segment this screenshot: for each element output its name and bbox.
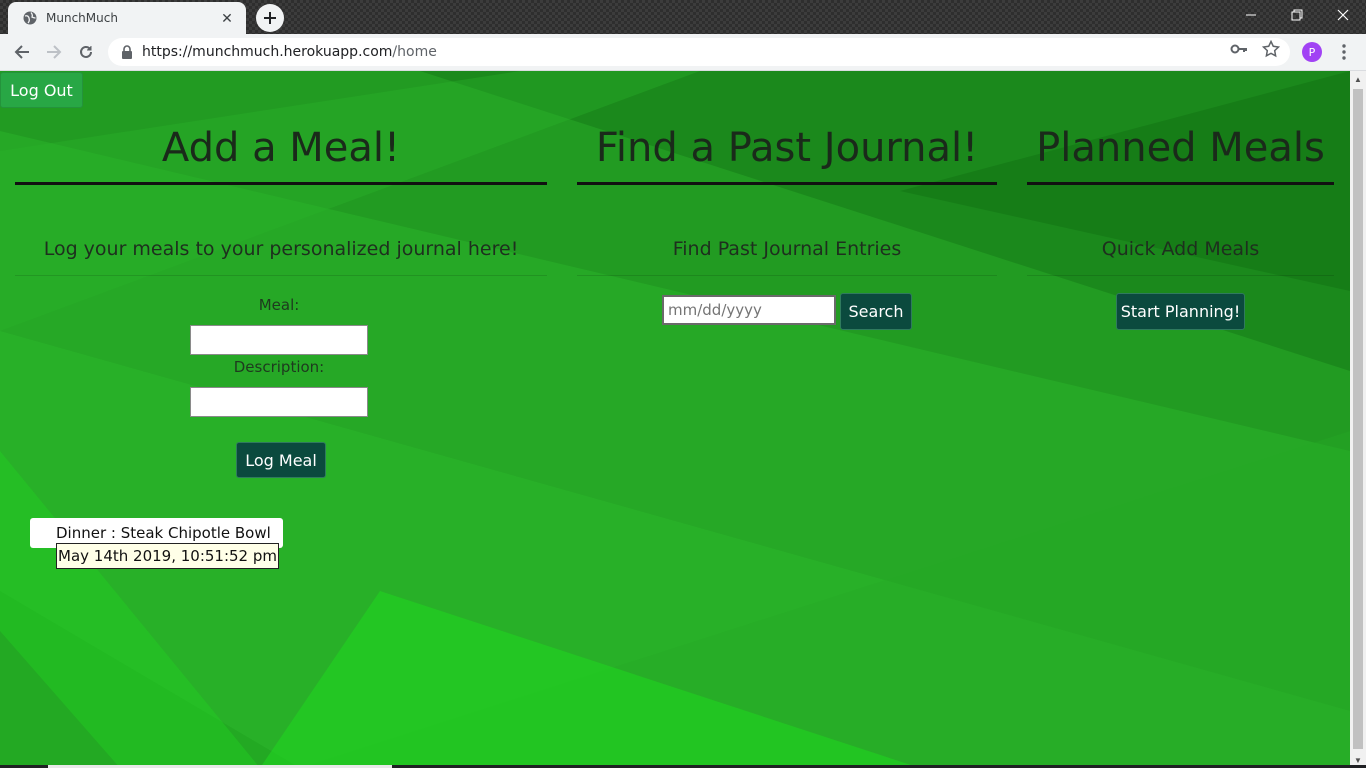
meal-input[interactable]: [190, 325, 368, 355]
menu-dots-icon[interactable]: [1334, 40, 1354, 64]
add-meal-subtitle: Log your meals to your personalized jour…: [43, 238, 519, 260]
url-text: https://munchmuch.herokuapp.com/home: [142, 44, 437, 60]
description-input[interactable]: [190, 387, 368, 417]
start-planning-button[interactable]: Start Planning!: [1116, 293, 1245, 330]
star-icon[interactable]: [1262, 40, 1280, 58]
entry-timestamp-tooltip: May 14th 2019, 10:51:52 pm: [56, 543, 280, 569]
forward-arrow-icon[interactable]: [40, 38, 68, 66]
journal-title: Find a Past Journal!: [595, 125, 979, 171]
close-window-icon[interactable]: [1320, 0, 1366, 30]
close-tab-icon[interactable]: ✕: [218, 9, 236, 27]
logout-button[interactable]: Log Out: [0, 72, 83, 108]
description-label: Description:: [233, 358, 325, 376]
url-host: https://munchmuch.herokuapp.com: [142, 44, 393, 60]
add-meal-thin-divider: [15, 275, 547, 276]
log-meal-button[interactable]: Log Meal: [236, 442, 326, 478]
journal-thin-divider: [577, 275, 997, 276]
restore-icon[interactable]: [1274, 0, 1320, 30]
date-input[interactable]: [662, 295, 836, 325]
tab-strip: MunchMuch ✕: [0, 0, 1366, 34]
minimize-icon[interactable]: [1228, 0, 1274, 30]
lock-icon: [120, 45, 134, 59]
page-viewport: Log Out Add a Meal! Log your meals to yo…: [0, 71, 1350, 768]
address-bar[interactable]: https://munchmuch.herokuapp.com/home: [108, 38, 1290, 66]
journal-subtitle: Find Past Journal Entries: [672, 238, 902, 260]
planned-meals-thin-divider: [1027, 275, 1334, 276]
scroll-thumb[interactable]: [1353, 89, 1363, 749]
profile-avatar[interactable]: P: [1302, 42, 1322, 62]
back-arrow-icon[interactable]: [8, 38, 36, 66]
meal-label: Meal:: [258, 296, 300, 314]
add-meal-title: Add a Meal!: [161, 125, 401, 171]
key-icon[interactable]: [1230, 40, 1248, 58]
url-path: /home: [392, 44, 437, 60]
planned-meals-subtitle: Quick Add Meals: [1101, 238, 1260, 260]
globe-icon: [22, 10, 38, 26]
add-meal-divider: [15, 182, 547, 185]
tab-title: MunchMuch: [46, 11, 118, 25]
page-scrollbar[interactable]: ▲ ▼: [1350, 71, 1366, 768]
reload-icon[interactable]: [72, 38, 100, 66]
new-tab-button[interactable]: [256, 4, 284, 32]
browser-tab[interactable]: MunchMuch ✕: [8, 2, 246, 34]
planned-meals-title: Planned Meals: [1036, 125, 1325, 171]
search-button[interactable]: Search: [840, 293, 912, 330]
scroll-up-arrow-icon[interactable]: ▲: [1350, 71, 1366, 87]
planned-meals-divider: [1027, 182, 1334, 185]
green-background: [0, 71, 1350, 768]
journal-divider: [577, 182, 997, 185]
browser-toolbar: https://munchmuch.herokuapp.com/home P: [0, 34, 1366, 71]
